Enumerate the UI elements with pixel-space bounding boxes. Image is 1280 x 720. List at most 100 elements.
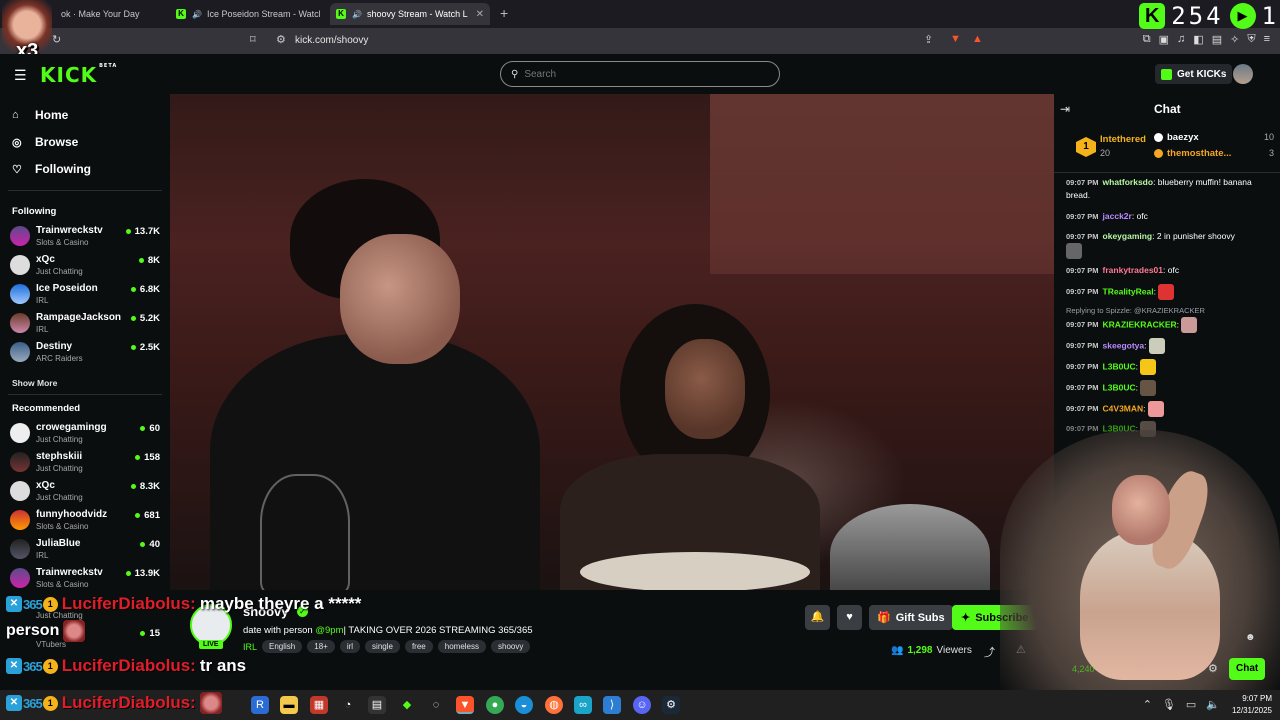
chat-username[interactable]: skeegotya	[1103, 340, 1145, 350]
sidebar-channel[interactable]: xQc Just Chatting 8.3K	[10, 478, 160, 506]
brave-rewards-icon[interactable]: ▲	[972, 33, 983, 45]
stream-title-mention[interactable]: @9pm	[315, 625, 343, 636]
chat-settings-icon[interactable]: ⚙	[1208, 662, 1218, 675]
leo-icon[interactable]: ✧	[1230, 33, 1239, 46]
url-field[interactable]: kick.com/shoovy	[295, 35, 368, 46]
menu-icon[interactable]: ≡	[1264, 33, 1270, 46]
chat-send-button[interactable]: Chat	[1229, 658, 1266, 680]
app-icon[interactable]: ▤	[368, 696, 386, 714]
site-info-icon[interactable]: ⚙	[276, 33, 286, 46]
notification-bell-button[interactable]: 🔔	[805, 605, 830, 630]
chat-message[interactable]: 09:07 PM frankytrades01: ofc	[1066, 264, 1276, 277]
file-explorer-icon[interactable]: ▬	[280, 696, 298, 714]
gift-subs-button[interactable]: 🎁 Gift Subs	[869, 605, 953, 630]
monitor-icon[interactable]: ▭	[1186, 698, 1196, 711]
music-icon[interactable]: ♫	[1177, 33, 1185, 46]
sidebar-channel[interactable]: RampageJackson IRL 5.2K	[10, 310, 160, 338]
nav-following[interactable]: ♡ Following	[12, 162, 91, 176]
chat-message[interactable]: 09:07 PM jacck2r: ofc	[1066, 210, 1276, 223]
search-bar[interactable]: ⚲	[500, 61, 780, 87]
app-icon[interactable]: ◆	[398, 696, 416, 714]
bookmark-icon[interactable]: ⌑	[250, 33, 256, 46]
share-icon[interactable]: ⤴	[984, 644, 995, 660]
browser-tab[interactable]: ok · Make Your Day	[55, 3, 160, 25]
chat-username[interactable]: TRealityReal	[1103, 286, 1154, 296]
nav-browse[interactable]: ◎ Browse	[12, 135, 78, 149]
browser-tab-active[interactable]: K 🔊 shoovy Stream - Watch Live o ✕	[330, 3, 490, 25]
kick-logo[interactable]: KICK BETA	[40, 63, 117, 87]
chat-message[interactable]: 09:07 PM TRealityReal:	[1066, 284, 1276, 300]
steam-icon[interactable]: ⚙	[662, 696, 680, 714]
collapse-chat-icon[interactable]: ⇥	[1060, 102, 1070, 116]
chat-username[interactable]: L3B0UC	[1103, 382, 1136, 392]
app-icon[interactable]: ◌	[427, 696, 445, 714]
stream-tag[interactable]: 18+	[307, 640, 335, 653]
vscode-icon[interactable]: ⟩	[603, 696, 621, 714]
microphone-icon[interactable]: 🎙	[1162, 698, 1176, 711]
brave-browser-icon[interactable]: ▼	[456, 696, 474, 714]
sidebar-channel[interactable]: Trainwreckstv Slots & Casino 13.9K	[10, 565, 160, 593]
stream-tag[interactable]: shoovy	[491, 640, 531, 653]
video-player[interactable]	[170, 94, 1054, 590]
user-avatar[interactable]	[1233, 64, 1253, 84]
share-icon[interactable]: ⇪	[924, 33, 933, 46]
stream-category[interactable]: IRL	[243, 642, 257, 652]
chat-message[interactable]: 09:07 PM okeygaming: 2 in punisher shoovy	[1066, 230, 1276, 259]
chat-message[interactable]: 09:07 PM L3B0UC:	[1066, 359, 1276, 375]
get-kicks-button[interactable]: Get KICKs	[1155, 64, 1233, 84]
chat-username[interactable]: C4V3MAN	[1103, 403, 1144, 413]
brave-shield-icon[interactable]: ▼	[950, 33, 961, 45]
stream-tag[interactable]: single	[365, 640, 400, 653]
nav-home[interactable]: ⌂ Home	[12, 108, 68, 122]
sidebar-channel[interactable]: JuliaBlue IRL 40	[10, 536, 160, 564]
chat-username[interactable]: whatforksdo	[1103, 177, 1154, 187]
emoji-icon[interactable]: ☻	[1245, 632, 1256, 643]
reload-icon[interactable]: ↻	[52, 33, 61, 46]
close-tab-icon[interactable]: ✕	[476, 9, 484, 20]
show-more-link[interactable]: Show More	[12, 378, 57, 388]
stream-tag[interactable]: free	[404, 640, 433, 653]
search-input[interactable]	[524, 68, 765, 80]
app-icon[interactable]: R	[251, 696, 269, 714]
chat-username[interactable]: jacck2r	[1103, 211, 1132, 221]
app-icon[interactable]: ◔	[339, 696, 357, 714]
chrome-icon[interactable]: ●	[486, 696, 504, 714]
screenshot-icon[interactable]: ▣	[1159, 33, 1169, 46]
follow-button[interactable]: ♥	[837, 605, 862, 630]
wallet-icon[interactable]: ▤	[1212, 33, 1222, 46]
sidebar-channel[interactable]: Destiny ARC Raiders 2.5K	[10, 339, 160, 367]
chat-username[interactable]: KRAZIEKRACKER	[1103, 319, 1177, 329]
reply-context[interactable]: Replying to Spizzle: @KRAZIEKRACKER	[1066, 306, 1205, 315]
sidebar-channel[interactable]: Trainwreckstv Slots & Casino 13.7K	[10, 223, 160, 251]
leaderboard-top-user[interactable]: Intethered	[1100, 134, 1146, 145]
sidebar-channel[interactable]: Ice Poseidon IRL 6.8K	[10, 281, 160, 309]
chevron-up-icon[interactable]: ⌃	[1143, 698, 1152, 711]
hamburger-menu-icon[interactable]: ☰	[14, 67, 27, 84]
extensions-icon[interactable]: ⧉	[1143, 33, 1151, 46]
sidebar-icon[interactable]: ◧	[1193, 33, 1203, 46]
sidebar-channel[interactable]: crowegamingg Just Chatting 60	[10, 420, 160, 448]
stream-tag[interactable]: irl	[339, 640, 361, 653]
chat-message[interactable]: 09:07 PM skeegotya:	[1066, 338, 1276, 354]
chat-message[interactable]: 09:07 PM L3B0UC:	[1066, 380, 1276, 396]
new-tab-icon[interactable]: +	[500, 5, 508, 21]
firefox-icon[interactable]: ◍	[545, 696, 563, 714]
discord-icon[interactable]: ☺	[633, 696, 651, 714]
chat-username[interactable]: L3B0UC	[1103, 361, 1136, 371]
edge-icon[interactable]: ◒	[515, 696, 533, 714]
app-icon[interactable]: ∞	[574, 696, 592, 714]
chat-username[interactable]: okeygaming	[1103, 231, 1153, 241]
browser-tab[interactable]: K 🔊 Ice Poseidon Stream - Watch Live	[170, 3, 320, 25]
volume-icon[interactable]: 🔈	[1206, 698, 1220, 711]
vpn-icon[interactable]: ⛨	[1247, 33, 1255, 46]
app-icon[interactable]: ▦	[310, 696, 328, 714]
chat-message[interactable]: 09:07 PM KRAZIEKRACKER:	[1066, 317, 1276, 333]
sidebar-channel[interactable]: stephskiii Just Chatting 158	[10, 449, 160, 477]
sidebar-channel[interactable]: funnyhoodvidz Slots & Casino 681	[10, 507, 160, 535]
chat-message[interactable]: 09:07 PM C4V3MAN:	[1066, 401, 1276, 417]
taskbar-clock[interactable]: 9:07 PM 12/31/2025	[1232, 693, 1272, 717]
stream-tag[interactable]: homeless	[437, 640, 486, 653]
chat-message[interactable]: 09:07 PM whatforksdo: blueberry muffin! b…	[1066, 176, 1276, 201]
chat-username[interactable]: frankytrades01	[1103, 265, 1163, 275]
stream-tag[interactable]: English	[262, 640, 303, 653]
